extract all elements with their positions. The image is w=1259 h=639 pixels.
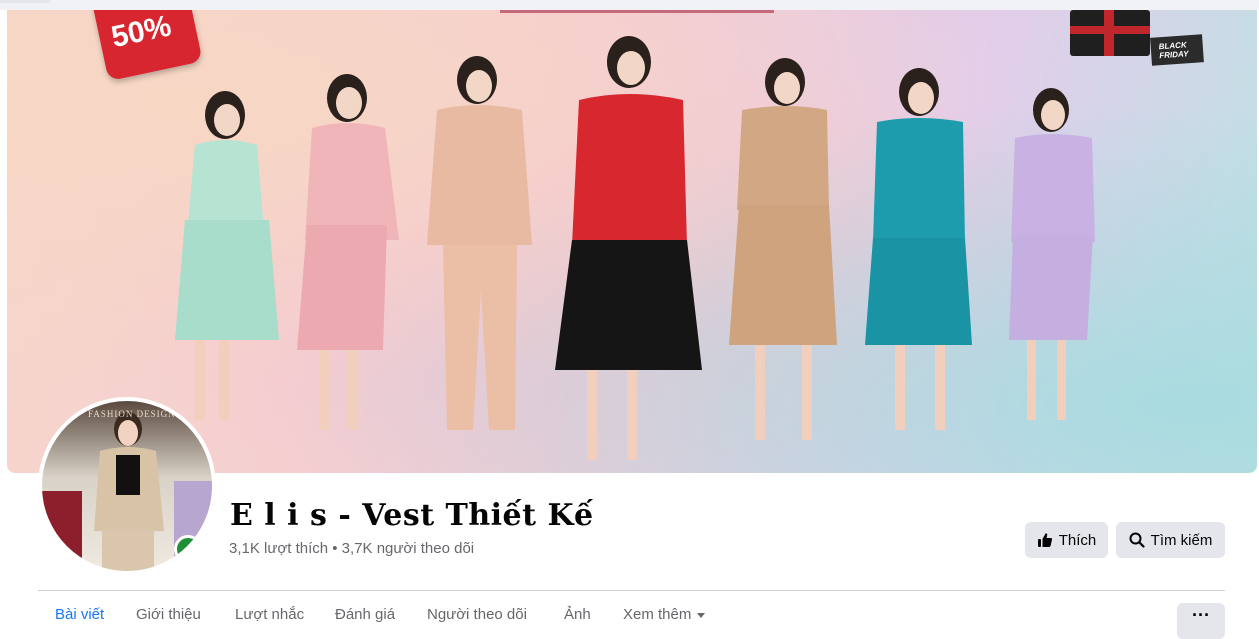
more-options-button[interactable]: ···	[1177, 603, 1225, 639]
like-button[interactable]: Thích	[1025, 522, 1108, 558]
page-stats[interactable]: 3,1K lượt thích • 3,7K người theo dõi	[229, 540, 474, 557]
avatar-photo[interactable]: FASHION DESIGN	[42, 401, 212, 571]
model-lavender	[1009, 88, 1095, 420]
model-red	[555, 36, 702, 460]
cover-top-bar	[500, 10, 774, 13]
search-button-label: Tìm kiếm	[1150, 531, 1213, 549]
black-friday-tag: BLACK FRIDAY	[1150, 34, 1204, 66]
thumbs-up-icon	[1037, 533, 1052, 547]
model-beige	[427, 56, 532, 430]
tab-posts[interactable]: Bài viết	[55, 606, 104, 623]
ellipsis-icon: ···	[1192, 605, 1210, 625]
sale-badge-text: 50%	[108, 10, 175, 55]
model-mint	[175, 91, 279, 420]
header-divider	[38, 590, 1225, 591]
model-pink	[297, 74, 399, 430]
tab-followers[interactable]: Người theo dõi	[427, 606, 527, 623]
model-teal	[865, 68, 972, 430]
page-title: E l i s - Vest Thiết Kế	[230, 498, 594, 533]
tab-more[interactable]: Xem thêm	[623, 606, 706, 623]
search-icon	[1129, 532, 1145, 548]
like-button-label: Thích	[1058, 531, 1097, 549]
tab-about[interactable]: Giới thiệu	[136, 606, 201, 623]
search-button[interactable]: Tìm kiếm	[1116, 522, 1225, 558]
tab-mentions[interactable]: Lượt nhắc	[235, 606, 304, 623]
online-status-dot	[174, 535, 202, 563]
top-strip	[0, 0, 1259, 10]
tab-more-label: Xem thêm	[623, 606, 692, 623]
caret-down-icon	[697, 612, 706, 618]
tab-reviews[interactable]: Đánh giá	[335, 606, 395, 623]
gift-box-icon	[1070, 10, 1150, 56]
tab-photos[interactable]: Ảnh	[564, 606, 591, 623]
model-camel	[729, 58, 837, 440]
avatar-caption: FASHION DESIGN	[88, 409, 176, 419]
profile-avatar[interactable]: FASHION DESIGN	[38, 397, 216, 575]
top-strip-stub	[0, 0, 50, 3]
